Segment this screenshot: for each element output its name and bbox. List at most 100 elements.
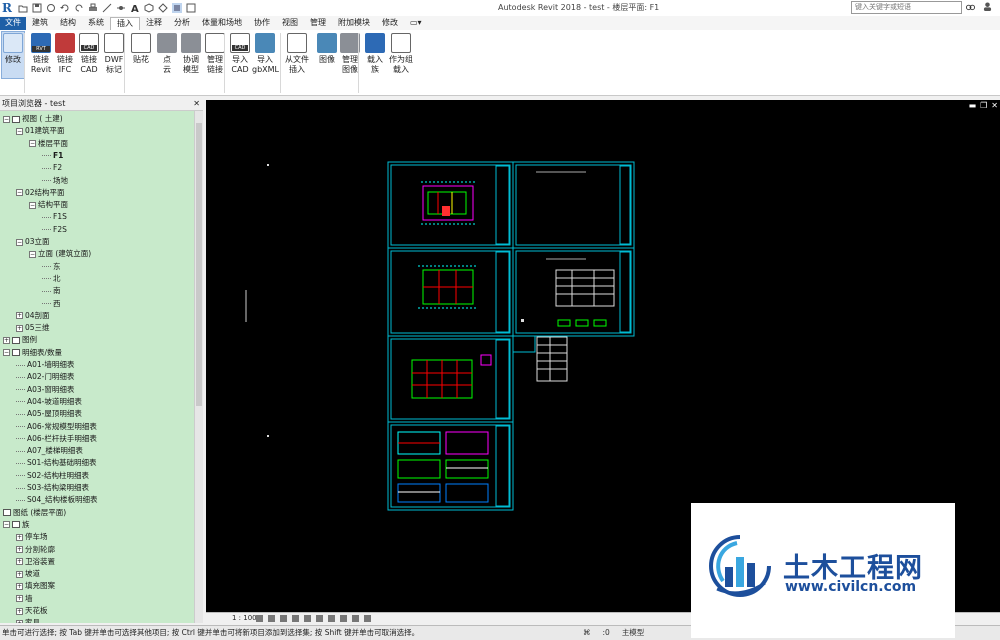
design-option[interactable]: 主模型 xyxy=(622,626,645,640)
tab-4[interactable]: 插入 xyxy=(110,17,140,30)
tab-3[interactable]: 系统 xyxy=(82,17,110,30)
open-icon[interactable] xyxy=(18,3,28,13)
tree-item[interactable]: 北 xyxy=(42,273,61,285)
ribbon-button-2[interactable]: 链接 IFC xyxy=(52,32,78,75)
expand-icon[interactable]: + xyxy=(3,336,10,344)
tree-item[interactable]: 西 xyxy=(42,298,61,310)
tree-item[interactable]: S03-结构梁明细表 xyxy=(16,482,89,494)
search-input[interactable]: 键入关键字或短语 xyxy=(851,1,962,14)
ribbon-button-9[interactable]: CAD 导入 CAD xyxy=(227,32,253,75)
tab-2[interactable]: 结构 xyxy=(54,17,82,30)
highlight-displacement-icon[interactable] xyxy=(364,615,371,622)
dimension-icon[interactable] xyxy=(116,3,126,13)
ribbon-button-6[interactable]: 点云 xyxy=(154,32,180,75)
expand-icon[interactable]: + xyxy=(16,324,23,332)
tree-item[interactable]: + 卫浴装置 xyxy=(16,556,55,568)
expand-icon[interactable]: + xyxy=(16,607,23,615)
collapse-icon[interactable]: − xyxy=(16,238,23,246)
tree-item[interactable]: S02-结构柱明细表 xyxy=(16,470,89,482)
scrollbar-thumb[interactable] xyxy=(196,123,202,406)
expand-icon[interactable]: + xyxy=(16,533,23,541)
tree-item[interactable]: 图纸 (楼层平面) xyxy=(3,507,66,519)
tree-item[interactable]: A02-门明细表 xyxy=(16,371,74,383)
filter-count[interactable]: :0 xyxy=(603,626,610,640)
undo-icon[interactable] xyxy=(60,3,70,13)
tree-item[interactable]: A06-常规模型明细表 xyxy=(16,421,97,433)
tab-1[interactable]: 建筑 xyxy=(26,17,54,30)
expand-icon[interactable]: + xyxy=(16,619,23,623)
measure-icon[interactable] xyxy=(102,3,112,13)
expand-icon[interactable]: + xyxy=(16,546,23,553)
user-icon[interactable] xyxy=(983,2,992,11)
tab-6[interactable]: 分析 xyxy=(168,17,196,30)
expand-icon[interactable]: + xyxy=(16,570,23,578)
collapse-icon[interactable]: − xyxy=(3,115,10,123)
tree-item[interactable]: F1S xyxy=(42,211,67,223)
expand-icon[interactable]: + xyxy=(16,312,23,320)
tree-item[interactable]: + 坡道 xyxy=(16,568,40,580)
tree-item[interactable]: − 明细表/数量 xyxy=(3,347,62,359)
tree-item[interactable]: − 立面 (建筑立面) xyxy=(29,248,91,260)
tab-10[interactable]: 管理 xyxy=(304,17,332,30)
tree-item[interactable]: + 墙 xyxy=(16,593,33,605)
tab-7[interactable]: 体量和场地 xyxy=(196,17,248,30)
crop-view-icon[interactable] xyxy=(304,615,311,622)
tree-item[interactable]: + 分割轮廓 xyxy=(16,544,55,556)
collapse-icon[interactable]: − xyxy=(16,189,23,197)
tree-item[interactable]: A04-坡道明细表 xyxy=(16,396,82,408)
tree-item[interactable]: − 楼层平面 xyxy=(29,138,68,150)
tab-0[interactable]: 文件 xyxy=(0,17,26,30)
tree-item[interactable]: + 填充图案 xyxy=(16,580,55,592)
expand-icon[interactable]: + xyxy=(16,558,23,566)
tab-9[interactable]: 视图 xyxy=(276,17,304,30)
tree-item[interactable]: + 天花板 xyxy=(16,605,48,617)
shadows-icon[interactable] xyxy=(292,615,299,622)
tree-item[interactable]: +家具 xyxy=(16,617,40,623)
collapse-icon[interactable]: − xyxy=(3,349,10,357)
ribbon-button-11[interactable]: 从文件 插入 xyxy=(284,32,310,75)
collapse-icon[interactable]: − xyxy=(29,140,36,148)
expand-icon[interactable]: + xyxy=(16,595,23,603)
show-crop-icon[interactable] xyxy=(316,615,323,622)
worksets-icon[interactable]: ⌘ xyxy=(583,626,591,640)
tree-item[interactable]: −03立面 xyxy=(16,236,50,248)
tree-item[interactable]: F2 xyxy=(42,162,62,174)
tree-item[interactable]: S04_结构楼板明细表 xyxy=(16,494,98,506)
section-icon[interactable] xyxy=(158,3,168,13)
temporary-hide-icon[interactable] xyxy=(328,615,335,622)
tree-item[interactable]: S01-结构基础明细表 xyxy=(16,457,97,469)
collapse-icon[interactable]: − xyxy=(29,250,36,258)
expand-icon[interactable]: + xyxy=(16,582,23,590)
save-icon[interactable] xyxy=(32,3,42,13)
tab-8[interactable]: 协作 xyxy=(248,17,276,30)
ribbon-button-0[interactable]: 修改 xyxy=(1,31,25,79)
tree-item[interactable]: 场地 xyxy=(42,175,68,187)
ribbon-button-13[interactable]: 管理 图像 xyxy=(337,32,363,75)
sun-path-icon[interactable] xyxy=(280,615,287,622)
ribbon-button-3[interactable]: CAD 链接 CAD xyxy=(76,32,102,75)
ribbon-button-7[interactable]: 协调 模型 xyxy=(178,32,204,75)
tree-item[interactable]: + 图例 xyxy=(3,334,37,346)
close-views-icon[interactable] xyxy=(186,3,196,13)
binoculars-icon[interactable] xyxy=(966,2,975,11)
detail-level-icon[interactable] xyxy=(256,615,263,622)
tree-item[interactable]: A06-栏杆扶手明细表 xyxy=(16,433,97,445)
tree-item[interactable]: F2S xyxy=(42,224,67,236)
tree-item[interactable]: F1 xyxy=(42,150,63,162)
tree-item[interactable]: − 族 xyxy=(3,519,30,531)
tab-12[interactable]: 修改 xyxy=(376,17,404,30)
tree-item[interactable]: A05-屋顶明细表 xyxy=(16,408,82,420)
tree-item[interactable]: A03-窗明细表 xyxy=(16,384,74,396)
ribbon-button-5[interactable]: 贴花 xyxy=(128,32,154,65)
visual-style-icon[interactable] xyxy=(268,615,275,622)
tree-item[interactable]: − 视图 ( 土建) xyxy=(3,113,63,125)
tree-item[interactable]: A01-墙明细表 xyxy=(16,359,74,371)
tree-item[interactable]: −01建筑平面 xyxy=(16,125,65,137)
tab-5[interactable]: 注释 xyxy=(140,17,168,30)
tree-item[interactable]: 东 xyxy=(42,261,61,273)
redo-icon[interactable] xyxy=(74,3,84,13)
project-browser-scrollbar[interactable] xyxy=(194,111,203,623)
ribbon-button-15[interactable]: 作为组 载入 xyxy=(388,32,414,75)
analytical-model-icon[interactable] xyxy=(352,615,359,622)
thin-lines-icon[interactable] xyxy=(172,3,182,13)
